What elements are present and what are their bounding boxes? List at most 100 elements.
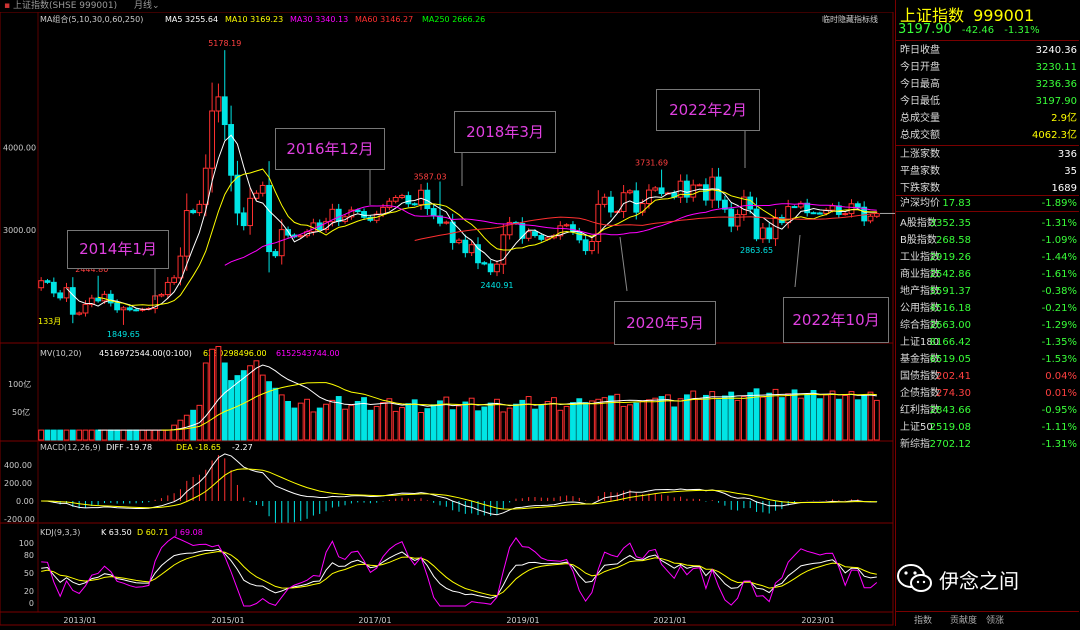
label-low-2014: 1849.65 [107, 330, 140, 339]
x-tick-label: 2015/01 [211, 616, 244, 625]
kline-chart[interactable]: 4000.003000.005178.191849.652444.803587.… [0, 11, 895, 626]
annotation-2014-jan: 2014年1月 [67, 230, 169, 269]
candle-body [842, 213, 849, 216]
volume-bar [456, 405, 462, 441]
volume-bar [348, 404, 355, 441]
candle-body [386, 200, 393, 208]
row-value: 2663.00 [929, 320, 971, 331]
panel-row: 今日最高 3236.36 [896, 76, 1079, 93]
x-tick-label: 2019/01 [506, 616, 539, 625]
kdj-tick-20: 20 [24, 587, 34, 596]
volume-bar [747, 392, 754, 441]
volume-bar [88, 429, 95, 441]
candle-body [107, 293, 114, 304]
quote-panel: 上证指数 999001 3197.90 -42.46 -1.31% 昨日收盘 32… [895, 0, 1080, 626]
volume-bar [177, 419, 184, 441]
row-pct: 0.01% [1045, 388, 1077, 399]
panel-row: 基金指数 6519.05 -1.53% [896, 351, 1079, 368]
x-tick-label: 2023/01 [801, 616, 834, 625]
watermark: 伊念之间 [895, 560, 1080, 596]
vol-tick-50: 50亿 [12, 407, 30, 417]
volume-bar [519, 399, 526, 441]
row-pct: -1.44% [1041, 252, 1077, 263]
volume-bar [120, 429, 127, 441]
volume-bar [386, 398, 393, 441]
volume-bar [804, 393, 811, 441]
row-label: 新综指 [900, 439, 930, 450]
volume-bar [627, 404, 633, 441]
volume-bar [297, 402, 304, 441]
watermark-text: 伊念之间 [939, 569, 1019, 593]
panel-row: A股指数 3352.35 -1.31% [896, 215, 1079, 232]
row-value: 4062.3亿 [1032, 130, 1077, 141]
candle-body [209, 110, 216, 169]
annotation-2016-dec: 2016年12月 [275, 128, 385, 170]
candle-body [532, 231, 538, 237]
panel-row: 商业指数 2542.86 -1.61% [896, 266, 1079, 283]
volume-bar [259, 374, 266, 441]
volume-bar [202, 362, 209, 441]
label-high-2015: 5178.19 [208, 39, 241, 48]
volume-bar [829, 390, 836, 441]
volume-bar [652, 397, 659, 441]
row-pct: -0.38% [1041, 286, 1077, 297]
candle-body [133, 309, 140, 312]
volume-bar [538, 404, 545, 441]
candle-body [183, 210, 190, 257]
ma30-legend: MA30 3340.13 [290, 15, 348, 24]
row-value: 35 [1064, 166, 1077, 177]
volume-bar [278, 394, 285, 441]
kdj-j-line [41, 536, 878, 607]
volume-bar [145, 429, 152, 441]
annotation-2022-oct: 2022年10月 [783, 297, 889, 343]
volume-bar [582, 402, 589, 441]
collapse-icon[interactable]: ▪ [4, 1, 10, 11]
wechat-icon [897, 564, 932, 592]
volume-bar [557, 409, 564, 441]
candle-body [443, 221, 450, 224]
volume-bar [683, 394, 690, 441]
bar-count-label: 133月 [38, 317, 61, 326]
candle-body [867, 215, 874, 222]
volume-bar [304, 398, 310, 441]
tab-0[interactable]: 指数 [914, 613, 932, 626]
volume-bar [785, 393, 792, 441]
row-value: 2843.66 [929, 405, 971, 416]
label-low-2022: 2863.65 [740, 246, 773, 255]
volume-bar [234, 375, 241, 441]
volume-bar [734, 399, 741, 441]
volume-bar [329, 399, 336, 441]
panel-row: 上证50 2519.08 -1.11% [896, 419, 1079, 436]
volume-bar [63, 429, 70, 441]
ma250-legend: MA250 2666.26 [422, 15, 485, 24]
row-value: 4516.18 [929, 303, 971, 314]
hide-indicator-link[interactable]: 临时隐藏指标线 [822, 14, 878, 24]
kdj-tick-80: 80 [24, 551, 34, 560]
ma-legend-group: MA组合(5,10,30,0,60,250) [40, 14, 143, 24]
row-value: 5591.37 [929, 286, 971, 297]
candle-body [50, 281, 57, 294]
volume-bar [570, 402, 576, 441]
chart-area[interactable]: 4000.00 3000.00 5178.19 1849.65 2444.80 3587.… [0, 11, 895, 626]
candle-body [247, 197, 253, 227]
volume-bar [95, 429, 102, 441]
row-label: 上证50 [900, 422, 933, 433]
panel-tabs: 指数 贡献度 领涨 [896, 611, 1079, 627]
panel-row: 昨日收盘 3240.36 [896, 42, 1079, 59]
panel-row: 总成交额 4062.3亿 [896, 127, 1079, 144]
volume-bar [462, 401, 469, 441]
row-label: 国债指数 [900, 371, 940, 382]
ma30-line [224, 203, 877, 266]
row-label: B股指数 [900, 235, 937, 246]
volume-bar [671, 406, 678, 441]
row-value: 6519.05 [929, 354, 971, 365]
tab-2[interactable]: 领涨 [986, 613, 1004, 626]
candle-body [202, 167, 209, 205]
ma60-line [414, 212, 877, 241]
row-value: 2702.12 [929, 439, 971, 450]
period-selector[interactable]: 月线⌄ [134, 1, 160, 11]
tab-1[interactable]: 贡献度 [950, 613, 977, 626]
volume-bar [702, 394, 709, 441]
volume-bar [532, 408, 538, 441]
x-tick-label: 2017/01 [358, 616, 391, 625]
